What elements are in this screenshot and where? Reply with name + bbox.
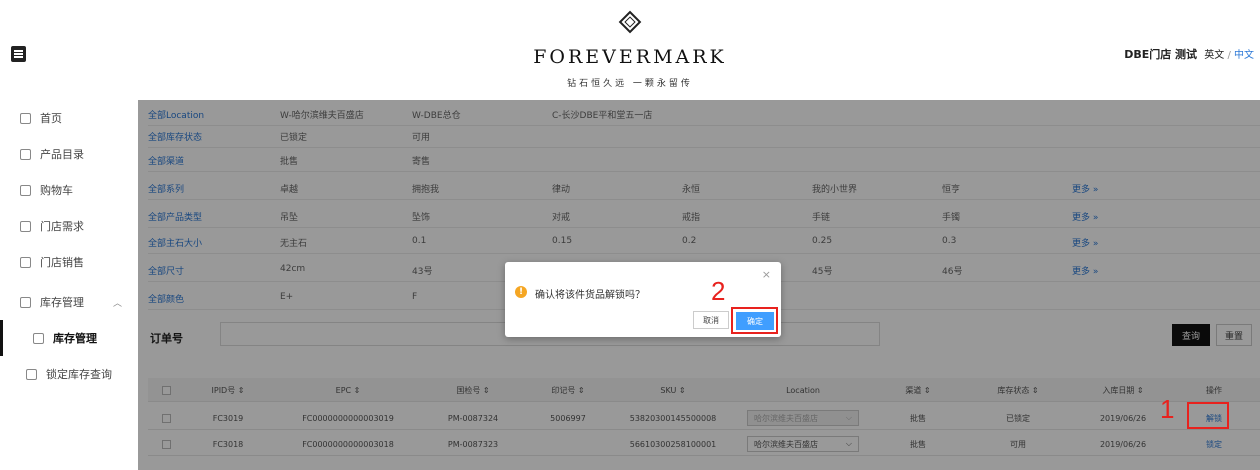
annotation-box-unlock — [1187, 402, 1229, 429]
sidebar-item-label: 库存管理 — [40, 296, 84, 309]
sidebar-item-label: 库存管理 — [53, 332, 97, 345]
sidebar-item-label: 门店销售 — [40, 256, 84, 269]
sidebar-item-inventory[interactable]: 库存管理 — [0, 320, 138, 356]
grid-icon — [20, 220, 31, 232]
lang-en-link[interactable]: 英文 — [1204, 50, 1224, 61]
brand-tagline: 钻石恒久远 一颗永留传 — [567, 79, 693, 89]
dialog-message: 确认将该件货品解锁吗？ — [535, 290, 645, 301]
hamburger-menu-icon[interactable] — [11, 46, 26, 62]
sidebar-item-label: 首页 — [40, 112, 62, 125]
grid-icon — [20, 148, 31, 160]
sidebar-item-store-demand[interactable]: 门店需求 — [0, 208, 138, 244]
app-root: FOREVERMARK 钻石恒久远 一颗永留传 DBE门店 测试 英文 / 中文… — [0, 0, 1260, 470]
annotation-number-2: 2 — [711, 276, 726, 306]
sidebar-item-inventory-group[interactable]: 库存管理 ︿ — [0, 284, 138, 320]
lang-zh-link[interactable]: 中文 — [1234, 50, 1254, 61]
sidebar-item-store-sales[interactable]: 门店销售 — [0, 244, 138, 280]
brand-logo-icon — [618, 10, 642, 34]
sidebar-item-label: 锁定库存查询 — [46, 368, 112, 381]
annotation-box-confirm — [731, 307, 778, 334]
sidebar-item-cart[interactable]: 购物车 — [0, 172, 138, 208]
brand-name: FOREVERMARK — [533, 46, 727, 68]
header-user-area: DBE门店 测试 英文 / 中文 — [1124, 46, 1254, 62]
sidebar-item-catalog[interactable]: 产品目录 — [0, 136, 138, 172]
sidebar-item-label: 购物车 — [40, 184, 73, 197]
cancel-button[interactable]: 取消 — [693, 311, 729, 329]
lock-search-icon — [26, 368, 37, 380]
cart-icon — [20, 184, 31, 196]
chevron-up-icon: ︿ — [112, 298, 122, 309]
annotation-number-1: 1 — [1160, 394, 1175, 424]
sales-icon — [20, 256, 31, 268]
sidebar-item-label: 门店需求 — [40, 220, 84, 233]
close-icon[interactable]: × — [762, 268, 771, 281]
sidebar-item-locked-inventory[interactable]: 锁定库存查询 — [0, 356, 138, 392]
inventory-icon — [20, 296, 31, 308]
sidebar: 首页 产品目录 购物车 门店需求 门店销售 库存管理 ︿ 库存管理 锁定库存查询 — [0, 100, 138, 470]
warning-icon: ! — [515, 286, 527, 298]
top-header: FOREVERMARK 钻石恒久远 一颗永留传 DBE门店 测试 英文 / 中文 — [0, 0, 1260, 100]
store-name: DBE门店 测试 — [1124, 48, 1198, 61]
lang-separator: / — [1227, 50, 1231, 61]
home-icon — [20, 112, 31, 124]
sidebar-item-label: 产品目录 — [40, 148, 84, 161]
sidebar-item-home[interactable]: 首页 — [0, 100, 138, 136]
inventory-icon — [33, 332, 44, 344]
